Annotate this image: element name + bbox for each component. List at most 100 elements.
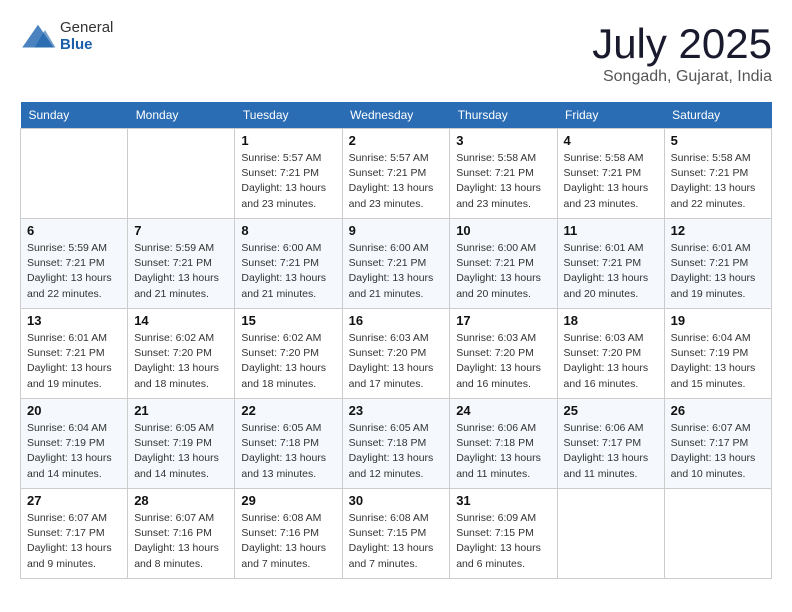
day-number: 2 [349, 133, 444, 148]
day-info: Sunrise: 6:00 AM Sunset: 7:21 PM Dayligh… [241, 241, 335, 302]
calendar-cell: 6 Sunrise: 5:59 AM Sunset: 7:21 PM Daylig… [21, 219, 128, 309]
day-number: 28 [134, 493, 228, 508]
day-info: Sunrise: 5:58 AM Sunset: 7:21 PM Dayligh… [564, 151, 658, 212]
day-info: Sunrise: 5:58 AM Sunset: 7:21 PM Dayligh… [671, 151, 765, 212]
calendar-cell: 29Sunrise: 6:08 AM Sunset: 7:16 PM Dayli… [235, 489, 342, 579]
day-info: Sunrise: 6:00 AM Sunset: 7:21 PM Dayligh… [349, 241, 444, 302]
day-info: Sunrise: 6:06 AM Sunset: 7:18 PM Dayligh… [456, 421, 550, 482]
day-info: Sunrise: 6:00 AM Sunset: 7:21 PM Dayligh… [456, 241, 550, 302]
day-number: 9 [349, 223, 444, 238]
weekday-monday: Monday [128, 102, 235, 129]
day-number: 23 [349, 403, 444, 418]
calendar-cell [21, 129, 128, 219]
weekday-wednesday: Wednesday [342, 102, 450, 129]
day-number: 15 [241, 313, 335, 328]
day-info: Sunrise: 6:03 AM Sunset: 7:20 PM Dayligh… [564, 331, 658, 392]
day-info: Sunrise: 6:02 AM Sunset: 7:20 PM Dayligh… [134, 331, 228, 392]
day-info: Sunrise: 5:58 AM Sunset: 7:21 PM Dayligh… [456, 151, 550, 212]
day-info: Sunrise: 6:05 AM Sunset: 7:18 PM Dayligh… [241, 421, 335, 482]
calendar-cell: 16Sunrise: 6:03 AM Sunset: 7:20 PM Dayli… [342, 309, 450, 399]
day-number: 4 [564, 133, 658, 148]
day-info: Sunrise: 6:05 AM Sunset: 7:19 PM Dayligh… [134, 421, 228, 482]
day-number: 1 [241, 133, 335, 148]
day-number: 10 [456, 223, 550, 238]
day-number: 22 [241, 403, 335, 418]
day-info: Sunrise: 6:03 AM Sunset: 7:20 PM Dayligh… [456, 331, 550, 392]
logo-icon [20, 23, 56, 51]
calendar-week-1: 1 Sunrise: 5:57 AM Sunset: 7:21 PM Daylig… [21, 129, 772, 219]
calendar-cell [557, 489, 664, 579]
day-info: Sunrise: 5:57 AM Sunset: 7:21 PM Dayligh… [349, 151, 444, 212]
calendar-cell: 3 Sunrise: 5:58 AM Sunset: 7:21 PM Daylig… [450, 129, 557, 219]
calendar-week-2: 6 Sunrise: 5:59 AM Sunset: 7:21 PM Daylig… [21, 219, 772, 309]
calendar-cell: 22 Sunrise: 6:05 AM Sunset: 7:18 PM Dayli… [235, 399, 342, 489]
calendar-cell: 20Sunrise: 6:04 AM Sunset: 7:19 PM Dayli… [21, 399, 128, 489]
calendar-cell: 12Sunrise: 6:01 AM Sunset: 7:21 PM Dayli… [664, 219, 771, 309]
day-number: 30 [349, 493, 444, 508]
day-number: 31 [456, 493, 550, 508]
calendar-cell [128, 129, 235, 219]
calendar-cell: 8 Sunrise: 6:00 AM Sunset: 7:21 PM Daylig… [235, 219, 342, 309]
calendar-cell: 14 Sunrise: 6:02 AM Sunset: 7:20 PM Dayli… [128, 309, 235, 399]
day-number: 19 [671, 313, 765, 328]
day-number: 26 [671, 403, 765, 418]
calendar-cell: 19 Sunrise: 6:04 AM Sunset: 7:19 PM Dayli… [664, 309, 771, 399]
calendar-cell: 4 Sunrise: 5:58 AM Sunset: 7:21 PM Daylig… [557, 129, 664, 219]
day-info: Sunrise: 6:02 AM Sunset: 7:20 PM Dayligh… [241, 331, 335, 392]
day-info: Sunrise: 6:07 AM Sunset: 7:17 PM Dayligh… [27, 511, 121, 572]
logo-text: General Blue [60, 20, 113, 53]
calendar-cell: 11 Sunrise: 6:01 AM Sunset: 7:21 PM Dayli… [557, 219, 664, 309]
calendar-title: July 2025 [592, 20, 772, 68]
day-number: 6 [27, 223, 121, 238]
calendar-cell: 2 Sunrise: 5:57 AM Sunset: 7:21 PM Daylig… [342, 129, 450, 219]
day-info: Sunrise: 6:09 AM Sunset: 7:15 PM Dayligh… [456, 511, 550, 572]
page-header: General Blue July 2025 Songadh, Gujarat,… [20, 20, 772, 86]
day-info: Sunrise: 6:04 AM Sunset: 7:19 PM Dayligh… [671, 331, 765, 392]
day-info: Sunrise: 5:57 AM Sunset: 7:21 PM Dayligh… [241, 151, 335, 212]
day-number: 11 [564, 223, 658, 238]
day-number: 24 [456, 403, 550, 418]
weekday-saturday: Saturday [664, 102, 771, 129]
day-number: 13 [27, 313, 121, 328]
day-info: Sunrise: 6:01 AM Sunset: 7:21 PM Dayligh… [671, 241, 765, 302]
day-number: 25 [564, 403, 658, 418]
calendar-cell: 24 Sunrise: 6:06 AM Sunset: 7:18 PM Dayli… [450, 399, 557, 489]
title-block: July 2025 Songadh, Gujarat, India [592, 20, 772, 86]
day-info: Sunrise: 6:01 AM Sunset: 7:21 PM Dayligh… [564, 241, 658, 302]
calendar-location: Songadh, Gujarat, India [592, 68, 772, 86]
calendar-cell: 13 Sunrise: 6:01 AM Sunset: 7:21 PM Dayli… [21, 309, 128, 399]
day-number: 20 [27, 403, 121, 418]
day-number: 3 [456, 133, 550, 148]
weekday-thursday: Thursday [450, 102, 557, 129]
day-number: 27 [27, 493, 121, 508]
day-info: Sunrise: 5:59 AM Sunset: 7:21 PM Dayligh… [134, 241, 228, 302]
calendar-cell: 17 Sunrise: 6:03 AM Sunset: 7:20 PM Dayli… [450, 309, 557, 399]
calendar-cell: 25Sunrise: 6:06 AM Sunset: 7:17 PM Dayli… [557, 399, 664, 489]
weekday-sunday: Sunday [21, 102, 128, 129]
calendar-week-3: 13 Sunrise: 6:01 AM Sunset: 7:21 PM Dayli… [21, 309, 772, 399]
weekday-tuesday: Tuesday [235, 102, 342, 129]
calendar-cell: 7Sunrise: 5:59 AM Sunset: 7:21 PM Daylig… [128, 219, 235, 309]
day-number: 8 [241, 223, 335, 238]
day-info: Sunrise: 5:59 AM Sunset: 7:21 PM Dayligh… [27, 241, 121, 302]
day-number: 14 [134, 313, 228, 328]
calendar-cell: 30Sunrise: 6:08 AM Sunset: 7:15 PM Dayli… [342, 489, 450, 579]
calendar-cell: 1 Sunrise: 5:57 AM Sunset: 7:21 PM Daylig… [235, 129, 342, 219]
calendar-cell: 10 Sunrise: 6:00 AM Sunset: 7:21 PM Dayli… [450, 219, 557, 309]
day-number: 17 [456, 313, 550, 328]
calendar-cell: 27 Sunrise: 6:07 AM Sunset: 7:17 PM Dayli… [21, 489, 128, 579]
logo: General Blue [20, 20, 113, 53]
day-info: Sunrise: 6:01 AM Sunset: 7:21 PM Dayligh… [27, 331, 121, 392]
day-number: 5 [671, 133, 765, 148]
calendar-week-4: 20Sunrise: 6:04 AM Sunset: 7:19 PM Dayli… [21, 399, 772, 489]
day-info: Sunrise: 6:05 AM Sunset: 7:18 PM Dayligh… [349, 421, 444, 482]
day-number: 18 [564, 313, 658, 328]
calendar-cell: 9 Sunrise: 6:00 AM Sunset: 7:21 PM Daylig… [342, 219, 450, 309]
calendar-cell: 15 Sunrise: 6:02 AM Sunset: 7:20 PM Dayli… [235, 309, 342, 399]
calendar-cell: 26Sunrise: 6:07 AM Sunset: 7:17 PM Dayli… [664, 399, 771, 489]
calendar-cell: 31 Sunrise: 6:09 AM Sunset: 7:15 PM Dayli… [450, 489, 557, 579]
calendar-table: SundayMondayTuesdayWednesdayThursdayFrid… [20, 102, 772, 579]
day-info: Sunrise: 6:03 AM Sunset: 7:20 PM Dayligh… [349, 331, 444, 392]
weekday-header-row: SundayMondayTuesdayWednesdayThursdayFrid… [21, 102, 772, 129]
day-info: Sunrise: 6:08 AM Sunset: 7:16 PM Dayligh… [241, 511, 335, 572]
